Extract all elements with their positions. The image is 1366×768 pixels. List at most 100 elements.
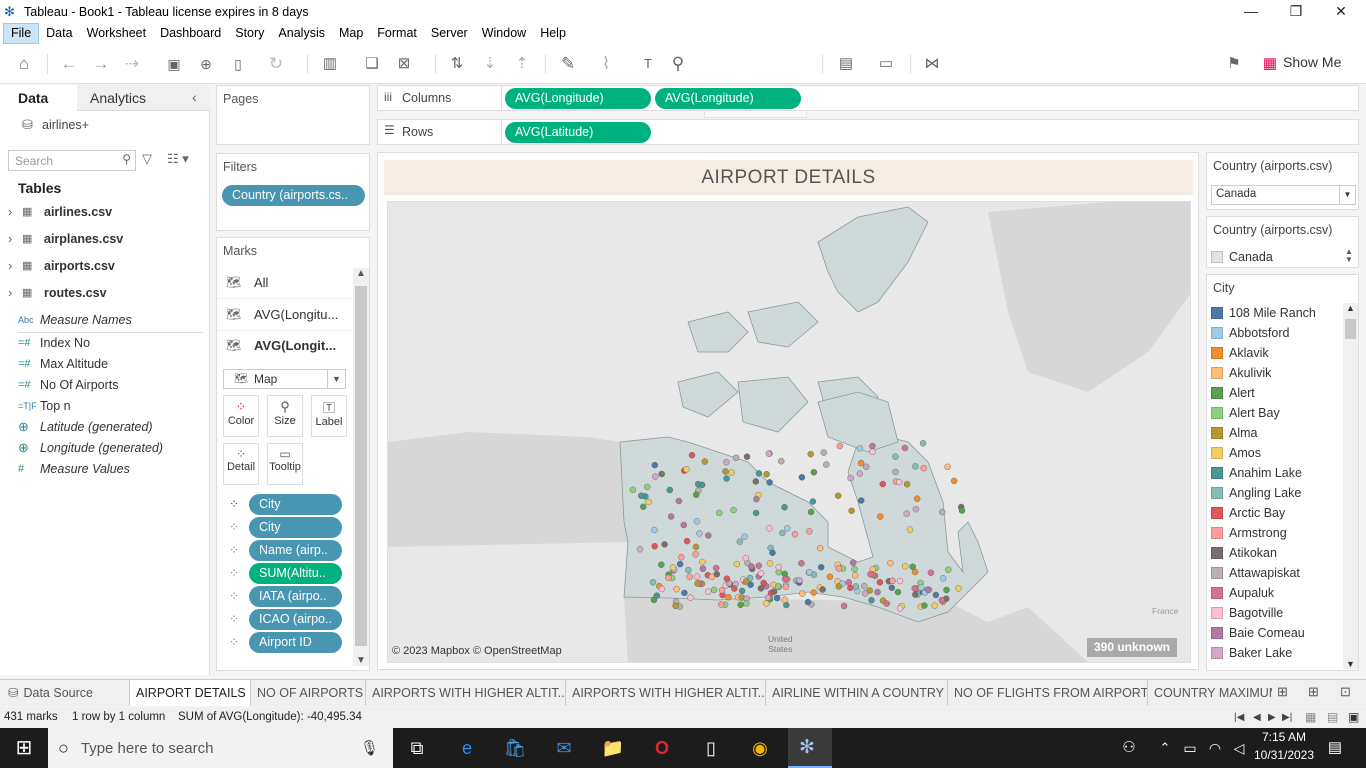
mail-icon[interactable]: ✉ (549, 734, 579, 762)
legend-item[interactable]: Alma (1211, 423, 1257, 443)
field-no-of-airports[interactable]: =# No Of Airports (18, 375, 119, 395)
new-worksheet-icon[interactable]: ▥ (318, 52, 342, 76)
columns-pill-1[interactable]: AVG(Longitude) (505, 88, 651, 109)
tooltip-button[interactable]: ▭ Tooltip (267, 443, 303, 485)
new-datasource-icon[interactable]: ⊕ (194, 52, 218, 76)
marks-pill[interactable]: City (249, 494, 342, 515)
save-icon[interactable]: ▣ (162, 52, 186, 76)
datasource-name[interactable]: airlines+ (42, 118, 89, 132)
legend-item[interactable]: 108 Mile Ranch (1211, 303, 1316, 323)
table-airplanes[interactable]: › ▦ airplanes.csv (8, 229, 123, 249)
field-search-input[interactable]: Search ⚲ (8, 150, 136, 171)
task-view-icon[interactable]: ⧉ (402, 734, 432, 762)
legend-item[interactable]: Abbotsford (1211, 323, 1289, 343)
marks-pill[interactable]: IATA (airpo.. (249, 586, 342, 607)
data-source-tab[interactable]: ⛁ Data Source (0, 680, 130, 706)
restore-icon[interactable]: ❐ (1273, 0, 1319, 23)
marks-pill[interactable]: Airport ID (249, 632, 342, 653)
legend-item[interactable]: Aupaluk (1211, 583, 1274, 603)
menu-dashboard[interactable]: Dashboard (153, 23, 228, 44)
unknown-indicator[interactable]: 390 unknown (1087, 638, 1178, 657)
legend-item[interactable]: Atikokan (1211, 543, 1277, 563)
grid-view-icon[interactable]: ▦ (1305, 707, 1316, 728)
nav-next-icon[interactable]: ▶ (1268, 707, 1276, 728)
menu-story[interactable]: Story (228, 23, 271, 44)
volume-icon[interactable]: ◁ (1224, 734, 1254, 762)
legend-item[interactable]: Baker Lake (1211, 643, 1292, 663)
windows-start-icon[interactable]: ⊞ (9, 734, 39, 762)
table-airports[interactable]: › ▦ airports.csv (8, 256, 115, 276)
store-icon[interactable]: 🛍 (500, 734, 530, 762)
legend-item[interactable]: Alert Bay (1211, 403, 1280, 423)
menu-analysis[interactable]: Analysis (271, 23, 332, 44)
table-routes[interactable]: › ▦ routes.csv (8, 283, 107, 303)
marks-layer-all[interactable]: 🗺 All (218, 268, 352, 299)
new-worksheet-icon[interactable]: ⊞ (1277, 684, 1288, 700)
rows-pill-1[interactable]: AVG(Latitude) (505, 122, 651, 143)
color-button[interactable]: ⁘ Color (223, 395, 259, 437)
menu-file[interactable]: File (3, 23, 40, 44)
clock-date[interactable]: 10/31/2023 (1251, 748, 1317, 762)
field-measure-values[interactable]: # Measure Values (18, 459, 130, 479)
menu-worksheet[interactable]: Worksheet (80, 23, 154, 44)
cards-icon[interactable]: ▤ (834, 52, 858, 76)
menu-server[interactable]: Server (424, 23, 475, 44)
menu-help[interactable]: Help (533, 23, 573, 44)
map-view[interactable]: United States France © 2023 Mapbox © Ope… (387, 201, 1191, 663)
replay-icon[interactable]: ⇢ (120, 52, 144, 76)
mark-type-dropdown[interactable]: 🗺 Map ▼ (223, 369, 346, 389)
nav-last-icon[interactable]: ▶| (1282, 707, 1292, 728)
marks-pill[interactable]: City (249, 517, 342, 538)
rows-shelf[interactable]: ☰ Rows AVG(Latitude) (377, 119, 1359, 145)
size-button[interactable]: ⚲ Size (267, 395, 303, 437)
label-button[interactable]: 🅃 Label (311, 395, 347, 437)
pause-icon[interactable]: ▯ (226, 52, 250, 76)
country-legend-item[interactable]: Canada (1211, 247, 1273, 267)
redo-icon[interactable]: → (89, 52, 113, 76)
presentation-icon[interactable]: ▭ (874, 52, 898, 76)
new-dashboard-icon[interactable]: ⊞ (1308, 684, 1319, 700)
undo-icon[interactable]: ← (57, 52, 81, 76)
tab-data[interactable]: Data (18, 85, 48, 111)
country-filter-select[interactable]: Canada ▼ (1211, 185, 1356, 205)
columns-shelf[interactable]: iii Columns AVG(Longitude) AVG(Longitude… (377, 85, 1359, 111)
collapse-icon[interactable]: ‹ (192, 89, 197, 105)
legend-item[interactable]: Arctic Bay (1211, 503, 1285, 523)
field-index-no[interactable]: =# Index No (18, 333, 90, 353)
filmstrip-icon[interactable]: ▤ (1327, 707, 1338, 728)
tab-analytics[interactable]: Analytics (90, 85, 146, 111)
share-icon[interactable]: ⋈ (920, 52, 944, 76)
pages-shelf[interactable]: Pages (216, 85, 370, 145)
chrome-icon[interactable]: ◉ (745, 734, 775, 762)
detail-button[interactable]: ⁘ Detail (223, 443, 259, 485)
group-icon[interactable]: ⌇ (594, 52, 618, 76)
columns-pill-2[interactable]: AVG(Longitude) (655, 88, 801, 109)
menu-data[interactable]: Data (39, 23, 79, 44)
tabs-view-icon[interactable]: ▣ (1348, 707, 1359, 728)
show-me-button[interactable]: Show Me (1283, 54, 1341, 70)
legend-item[interactable]: Anahim Lake (1211, 463, 1302, 483)
duplicate-icon[interactable]: ❏ (360, 52, 384, 76)
close-icon[interactable]: ✕ (1318, 0, 1364, 23)
tableau-taskbar-button[interactable]: ✻ (788, 728, 832, 768)
sort-desc-icon[interactable]: ⇡ (510, 52, 534, 76)
clock-time[interactable]: 7:15 AM (1251, 730, 1317, 744)
legend-item[interactable]: Bagotville (1211, 603, 1283, 623)
tab-country-maximum[interactable]: COUNTRY MAXIMUM (1148, 680, 1272, 706)
view-options-icon[interactable]: ☷ ▾ (167, 151, 189, 167)
field-measure-names[interactable]: Abc Measure Names (18, 310, 132, 330)
nav-prev-icon[interactable]: ◀ (1253, 707, 1261, 728)
filter-pill-country[interactable]: Country (airports.cs.. (222, 185, 365, 206)
legend-item[interactable]: Aklavik (1211, 343, 1269, 363)
tab-airline-within-country[interactable]: AIRLINE WITHIN A COUNTRY (766, 680, 948, 706)
highlight-icon[interactable]: ✎ (556, 52, 580, 76)
tab-no-of-flights[interactable]: NO OF FLIGHTS FROM AIRPORTS (948, 680, 1148, 706)
legend-item[interactable]: Amos (1211, 443, 1261, 463)
field-top-n[interactable]: =T|F Top n (18, 396, 71, 416)
people-icon[interactable]: ⚇ (1114, 734, 1144, 762)
file-explorer-icon[interactable]: 📁 (598, 734, 628, 762)
minimize-icon[interactable]: — (1228, 0, 1274, 23)
show-me-icon[interactable]: ▦ (1258, 52, 1282, 76)
clear-icon[interactable]: ⊠ (392, 52, 416, 76)
taskbar-search[interactable]: ○ Type here to search 🎙 (48, 728, 393, 768)
